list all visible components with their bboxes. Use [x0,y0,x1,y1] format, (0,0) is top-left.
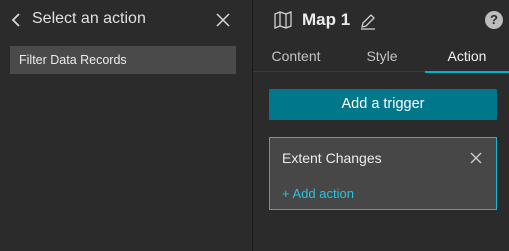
chevron-left-icon[interactable] [8,10,26,30]
add-trigger-button[interactable]: Add a trigger [269,89,497,120]
map-icon [273,10,293,30]
action-item-filter-data-records[interactable]: Filter Data Records [10,46,236,74]
add-action-link[interactable]: + Add action [282,186,354,201]
tab-action[interactable]: Action [425,42,509,73]
action-selector-panel: Select an action Filter Data Records [0,0,252,251]
close-icon[interactable] [214,11,232,29]
help-circle-icon[interactable]: ? [485,11,503,29]
close-icon[interactable] [469,151,483,165]
pencil-icon[interactable] [359,12,377,30]
settings-tabs: Content Style Action [253,42,509,73]
action-selector-title: Select an action [32,10,146,27]
tab-content[interactable]: Content [253,42,339,72]
widget-title: Map 1 [302,10,351,29]
trigger-name: Extent Changes [282,150,382,166]
tab-style[interactable]: Style [339,42,425,72]
widget-settings-panel: Map 1 ? Content Style Action Add a trigg… [253,0,509,251]
action-selector-header: Select an action [0,0,252,40]
trigger-card: Extent Changes + Add action [269,137,497,210]
